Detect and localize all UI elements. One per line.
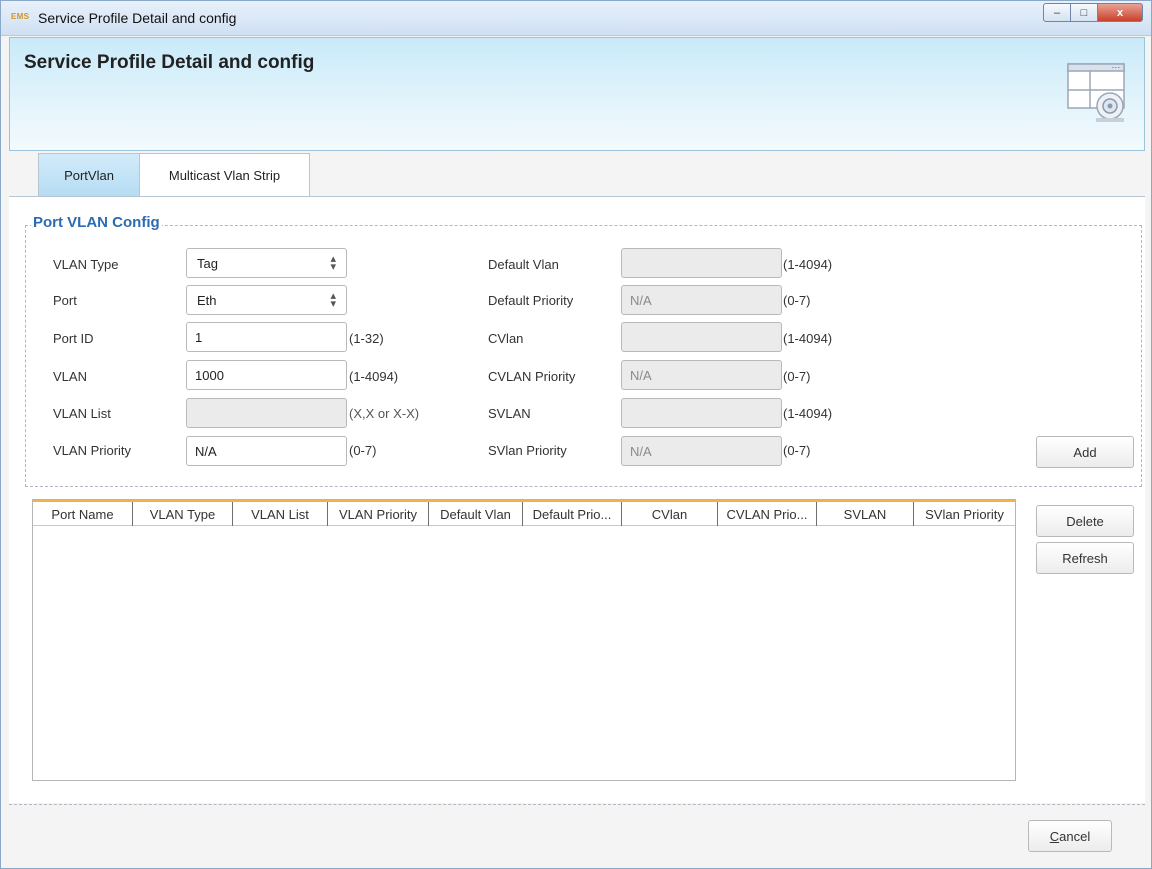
svlan-label: SVLAN (488, 406, 531, 421)
minimize-button[interactable]: – (1043, 3, 1071, 22)
cvlan-priority-range: (0-7) (783, 369, 811, 384)
vlan-table[interactable]: Port Name VLAN Type VLAN List VLAN Prior… (32, 499, 1016, 781)
cancel-button[interactable]: Cancel (1028, 820, 1112, 852)
window-controls: – □ x (1043, 3, 1143, 23)
cvlan-label: CVlan (488, 331, 524, 346)
delete-button[interactable]: Delete (1036, 505, 1134, 537)
default-priority-label: Default Priority (488, 293, 574, 308)
column-header-vlan-priority[interactable]: VLAN Priority (328, 502, 429, 526)
spinner-arrows-icon: ▴ ▾ (330, 253, 336, 273)
maximize-button[interactable]: □ (1070, 3, 1098, 22)
svlan-range: (1-4094) (783, 406, 833, 421)
column-header-svlan-priority[interactable]: SVlan Priority (914, 502, 1015, 526)
window-config-icon (1067, 63, 1125, 122)
vlan-type-value: Tag (197, 255, 218, 271)
maximize-icon: □ (1080, 6, 1088, 19)
column-header-default-vlan[interactable]: Default Vlan (429, 502, 523, 526)
column-header-cvlan-priority[interactable]: CVLAN Prio... (718, 502, 817, 526)
svlan-priority-range: (0-7) (783, 443, 811, 458)
vlan-label: VLAN (53, 369, 87, 384)
tab-portvlan[interactable]: PortVlan (38, 153, 140, 197)
column-header-vlan-type[interactable]: VLAN Type (133, 502, 233, 526)
table-header: Port Name VLAN Type VLAN List VLAN Prior… (33, 500, 1015, 526)
cvlan-priority-input[interactable] (621, 360, 782, 390)
cvlan-priority-label: CVLAN Priority (488, 369, 576, 384)
port-select[interactable]: Eth ▴ ▾ (186, 285, 347, 315)
refresh-button[interactable]: Refresh (1036, 542, 1134, 574)
cancel-label: ancel (1059, 828, 1091, 844)
vlan-type-label: VLAN Type (53, 257, 119, 272)
group-title: Port VLAN Config (31, 214, 162, 231)
svlan-input[interactable] (621, 398, 782, 428)
spinner-arrows-icon: ▴ ▾ (330, 290, 336, 310)
port-id-range: (1-32) (349, 331, 384, 346)
default-vlan-range: (1-4094) (783, 257, 833, 272)
port-id-input[interactable] (186, 322, 347, 352)
port-value: Eth (197, 292, 217, 308)
close-button[interactable]: x (1097, 3, 1143, 22)
default-vlan-label: Default Vlan (488, 257, 559, 272)
vlan-type-select[interactable]: Tag ▴ ▾ (186, 248, 347, 278)
default-vlan-input[interactable] (621, 248, 782, 278)
column-header-cvlan[interactable]: CVlan (622, 502, 718, 526)
tab-multicast-vlan-strip[interactable]: Multicast Vlan Strip (139, 153, 310, 197)
port-label: Port (53, 293, 77, 308)
default-priority-input[interactable] (621, 285, 782, 315)
cvlan-input[interactable] (621, 322, 782, 352)
tab-bar: PortVlan Multicast Vlan Strip (38, 153, 310, 197)
vlan-list-format: (X,X or X-X) (349, 406, 420, 421)
vlan-range: (1-4094) (349, 369, 399, 384)
app-logo-icon: EMS (11, 12, 30, 21)
cancel-mnemonic: C (1049, 828, 1060, 844)
minimize-icon: – (1053, 6, 1061, 19)
vlan-input[interactable] (186, 360, 347, 390)
port-id-label: Port ID (53, 331, 94, 346)
column-header-port-name[interactable]: Port Name (33, 502, 133, 526)
default-priority-range: (0-7) (783, 293, 811, 308)
title-bar[interactable]: EMS Service Profile Detail and config – … (1, 1, 1151, 36)
vlan-priority-label: VLAN Priority (53, 443, 132, 458)
column-header-default-priority[interactable]: Default Prio... (523, 502, 622, 526)
footer-divider (9, 804, 1145, 805)
column-header-svlan[interactable]: SVLAN (817, 502, 914, 526)
cvlan-range: (1-4094) (783, 331, 833, 346)
vlan-priority-range: (0-7) (349, 443, 377, 458)
add-button[interactable]: Add (1036, 436, 1134, 468)
vlan-list-label: VLAN List (53, 406, 111, 421)
vlan-priority-input[interactable] (186, 436, 347, 466)
close-icon: x (1116, 6, 1124, 19)
window-title: Service Profile Detail and config (38, 10, 237, 26)
header-banner: Service Profile Detail and config (9, 37, 1145, 151)
vlan-list-input[interactable] (186, 398, 347, 428)
svlan-priority-input[interactable] (621, 436, 782, 466)
svlan-priority-label: SVlan Priority (488, 443, 567, 458)
column-header-vlan-list[interactable]: VLAN List (233, 502, 328, 526)
page-title: Service Profile Detail and config (24, 52, 315, 73)
dialog-window: EMS Service Profile Detail and config – … (0, 0, 1152, 869)
